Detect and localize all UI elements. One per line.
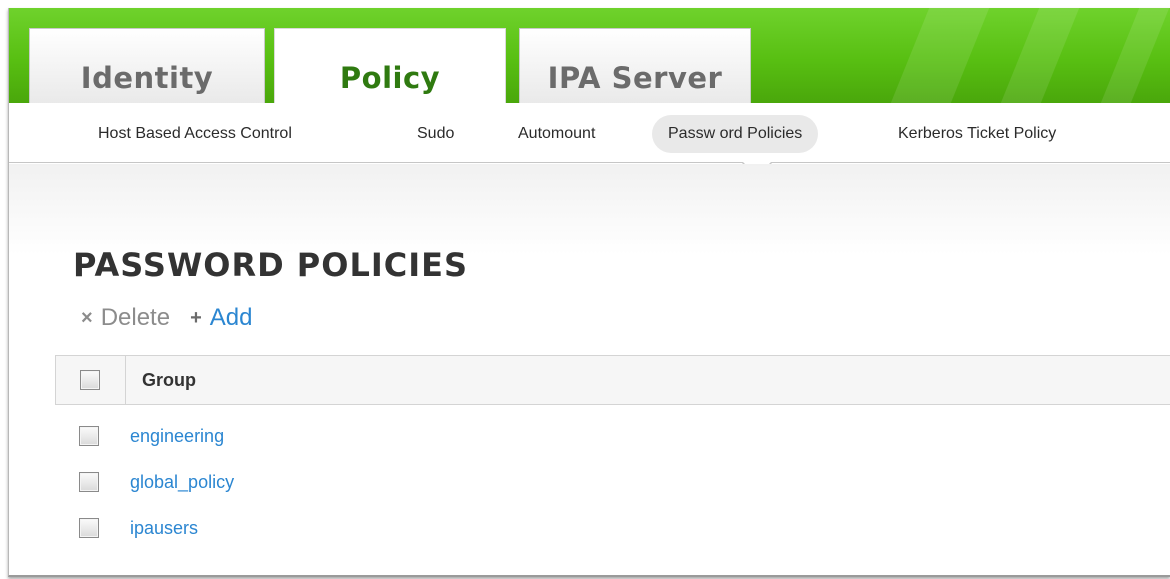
header-decoration [990, 8, 1088, 103]
table-row: ipausers [55, 508, 655, 548]
table-row: engineering [55, 416, 655, 456]
add-label: Add [209, 304, 253, 331]
action-bar: × Delete + Add [81, 304, 272, 332]
close-icon: × [81, 306, 93, 329]
subnav-item-hbac[interactable]: Host Based Access Control [82, 115, 308, 153]
tab-policy[interactable]: Policy [274, 28, 506, 103]
column-header-group[interactable]: Group [142, 370, 196, 391]
select-all-checkbox[interactable] [80, 370, 100, 390]
delete-button[interactable]: × Delete [81, 304, 170, 332]
table-row: global_policy [55, 462, 655, 502]
subnav-item-sudo[interactable]: Sudo [401, 115, 470, 153]
plus-icon: + [190, 306, 202, 329]
header-decoration [880, 8, 998, 103]
select-all-cell [56, 356, 126, 404]
row-checkbox[interactable] [79, 472, 99, 492]
group-link[interactable]: ipausers [130, 518, 198, 539]
tab-identity[interactable]: Identity [29, 28, 265, 103]
subnav-item-automount[interactable]: Automount [502, 115, 611, 153]
row-checkbox[interactable] [79, 518, 99, 538]
subnav-item-kerberos-ticket-policy[interactable]: Kerberos Ticket Policy [882, 115, 1072, 153]
table-header: Group [55, 355, 1170, 405]
tab-ipa-server[interactable]: IPA Server [519, 28, 751, 103]
header-decoration [1090, 8, 1170, 103]
subnav-item-password-policies[interactable]: Passw ord Policies [652, 115, 819, 153]
row-checkbox[interactable] [79, 426, 99, 446]
delete-label: Delete [100, 304, 171, 331]
group-link[interactable]: global_policy [130, 472, 234, 493]
sub-navigation: Host Based Access Control Sudo Automount… [9, 103, 1170, 163]
page-title: PASSWORD POLICIES [73, 246, 469, 284]
app-frame: Identity Policy IPA Server Host Based Ac… [8, 8, 1170, 577]
group-link[interactable]: engineering [130, 426, 224, 447]
add-button[interactable]: + Add [190, 304, 252, 332]
header-banner: Identity Policy IPA Server [9, 8, 1170, 103]
